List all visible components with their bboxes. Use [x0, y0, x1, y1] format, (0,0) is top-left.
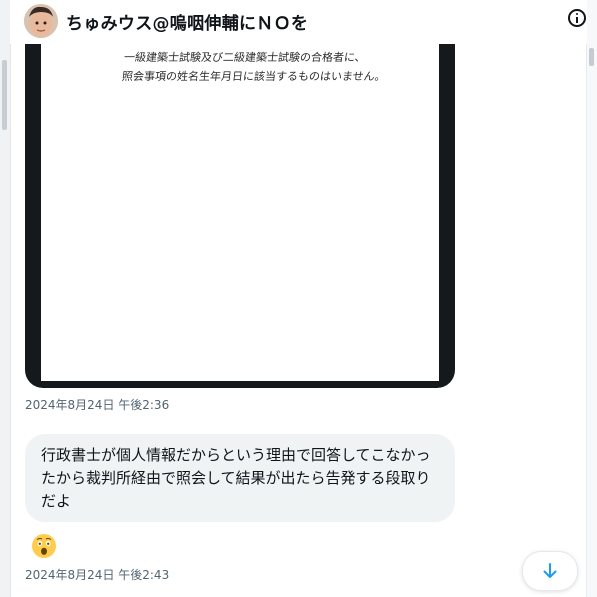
- left-scrollbar-thumb[interactable]: [2, 60, 7, 130]
- right-scrollbar[interactable]: [586, 0, 597, 597]
- conversation-header: ちゅみウス@嗚咽伸輔にＮＯを: [10, 0, 587, 44]
- left-scrollbar[interactable]: [0, 0, 11, 597]
- document-photo: 一級建築士試験及び二級建築士試験の合格者に、 照会事項の姓名生年月日に該当するも…: [41, 44, 439, 381]
- info-icon[interactable]: [568, 9, 586, 27]
- message-timestamp: 2024年8月24日 午後2:36: [25, 398, 170, 412]
- avatar[interactable]: [24, 4, 58, 38]
- right-scrollbar-thumb[interactable]: [589, 48, 594, 66]
- handwriting-line: 一級建築士試験及び二級建築士試験の合格者に、: [123, 51, 367, 64]
- arrow-down-icon: [543, 563, 557, 578]
- astonished-face-icon: [32, 534, 56, 558]
- handwriting-line: 照会事項の姓名生年月日に該当するものはいません。: [121, 70, 387, 83]
- reaction-astonished-emoji[interactable]: [31, 533, 57, 559]
- message-text: 行政書士が個人情報だからという理由で回答してこなかったから裁判所経由で照会して結…: [41, 446, 431, 510]
- avatar-image: [24, 4, 58, 38]
- message-bubble[interactable]: 行政書士が個人情報だからという理由で回答してこなかったから裁判所経由で照会して結…: [25, 434, 455, 522]
- scroll-to-bottom-button[interactable]: [522, 551, 578, 591]
- conversation-title: ちゅみウス@嗚咽伸輔にＮＯを: [66, 14, 309, 34]
- handwritten-text: 一級建築士試験及び二級建築士試験の合格者に、 照会事項の姓名生年月日に該当するも…: [121, 48, 389, 86]
- image-attachment[interactable]: 一級建築士試験及び二級建築士試験の合格者に、 照会事項の姓名生年月日に該当するも…: [25, 44, 455, 388]
- message-timestamp: 2024年8月24日 午後2:43: [25, 568, 170, 582]
